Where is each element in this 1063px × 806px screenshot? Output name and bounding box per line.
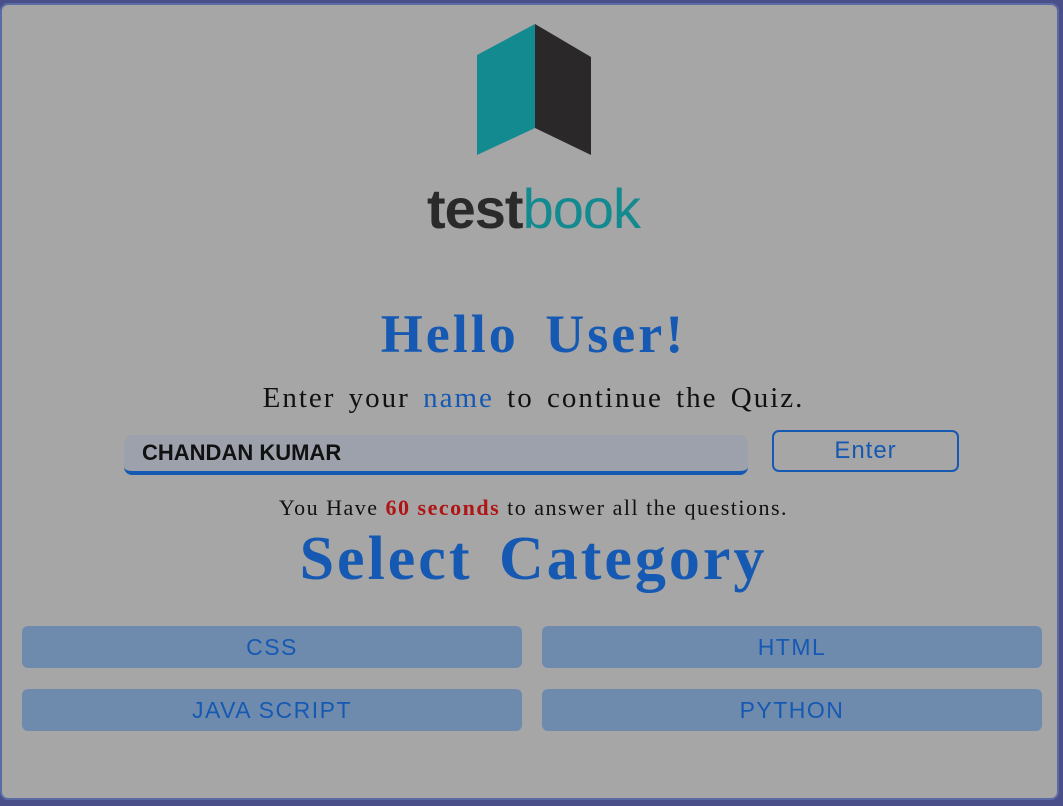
- logo-wordmark-book: book: [522, 177, 641, 240]
- category-button-html[interactable]: HTML: [542, 626, 1042, 668]
- timer-note-after: to answer all the questions.: [507, 495, 789, 520]
- instruction-after: to continue the Quiz.: [507, 382, 805, 414]
- enter-button[interactable]: Enter: [772, 430, 959, 472]
- logo-wordmark: testbook: [2, 177, 1063, 241]
- timer-note: You Have 60 seconds to answer all the qu…: [2, 494, 1063, 522]
- category-button-css[interactable]: CSS: [22, 626, 522, 668]
- instruction-highlight: name: [423, 382, 494, 414]
- timer-note-before: You Have: [278, 495, 379, 520]
- name-instruction: Enter your name to continue the Quiz.: [2, 379, 1063, 417]
- name-input[interactable]: [124, 435, 748, 475]
- timer-seconds: 60 seconds: [385, 495, 501, 520]
- testbook-logo: testbook: [2, 5, 1061, 245]
- greeting-title: Hello User!: [380, 304, 687, 364]
- quiz-start-panel: testbook Hello User! Enter your name to …: [0, 3, 1059, 800]
- category-button-javascript[interactable]: JAVA SCRIPT: [22, 689, 522, 731]
- category-button-python[interactable]: PYTHON: [542, 689, 1042, 731]
- instruction-before: Enter your: [262, 382, 410, 414]
- logo-wordmark-test: test: [426, 177, 524, 240]
- book-icon: [477, 24, 591, 155]
- category-heading: Select Category: [299, 525, 768, 593]
